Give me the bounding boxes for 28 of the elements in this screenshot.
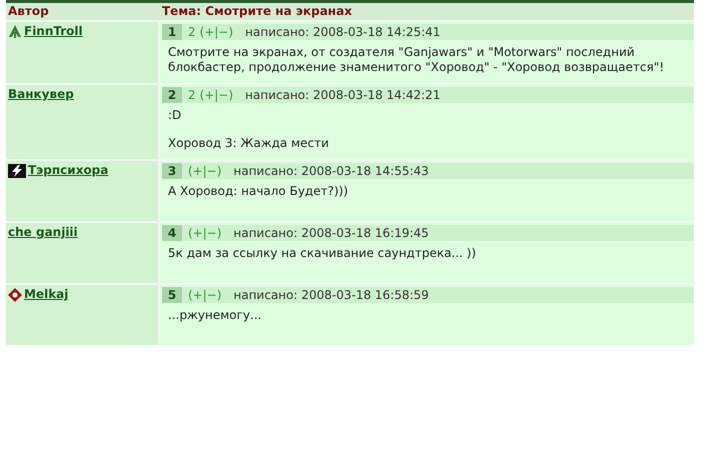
post-date: написано: 2008-03-18 16:19:45 [234, 226, 429, 240]
post-number: 5 [162, 287, 182, 303]
username-link[interactable]: Ванкувер [8, 87, 74, 102]
username-link[interactable]: FinnTroll [24, 24, 83, 39]
post-number: 4 [162, 225, 182, 241]
post-number: 2 [162, 87, 182, 103]
post-text: А Хоровод: начало Будет?))) [168, 184, 349, 199]
post-text: :D [168, 108, 182, 123]
post-text: Смотрите на экранах, от создателя "Ganjawars" и "Motorwars" последний блокбастер, продолжение знаменитого "Хоровод" - "Хоровод возвращается"! [168, 45, 666, 75]
post-text: Хоровод 3: Жажда мести [168, 136, 330, 151]
username-link[interactable]: che ganjiii [8, 225, 78, 240]
post-number: 1 [162, 24, 182, 40]
post-date: написано: 2008-03-18 16:58:59 [234, 288, 429, 302]
post-date: написано: 2008-03-18 14:42:21 [245, 88, 440, 102]
post-date: написано: 2008-03-18 14:55:43 [234, 164, 429, 178]
username-link[interactable]: Тэрпсихора [28, 163, 108, 178]
username-link[interactable]: Melkaj [24, 287, 68, 302]
topic-title: Тема: Смотрите на экранах [161, 4, 352, 19]
diamond-icon [8, 288, 22, 302]
post-date: написано: 2008-03-18 14:25:41 [245, 24, 440, 40]
tree-icon [8, 25, 22, 38]
rating-score: 2 [187, 88, 196, 102]
lightning-icon [8, 164, 26, 178]
post-text: 5к дам за ссылку на скачивание саундтрека... )) [168, 246, 478, 261]
post-number: 3 [162, 163, 182, 179]
post-text: ...ржунемогу... [168, 308, 262, 323]
column-heading: Автор [7, 4, 50, 19]
rating-score: 2 [187, 24, 196, 40]
